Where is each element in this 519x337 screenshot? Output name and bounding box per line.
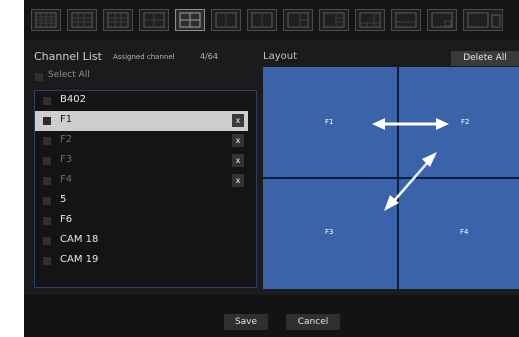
- channel-row-f2[interactable]: F2 x: [35, 131, 248, 151]
- layout-settings-panel: Channel List Assigned channel 4/64 Selec…: [24, 0, 519, 337]
- channel-checkbox[interactable]: [43, 237, 51, 245]
- grid-2x2-icon[interactable]: [67, 9, 97, 31]
- select-all-checkbox[interactable]: [35, 73, 43, 81]
- grid-2x1-icon[interactable]: [247, 9, 277, 31]
- swap-arrows: [372, 118, 449, 211]
- channel-checkbox[interactable]: [43, 217, 51, 225]
- remove-channel-button[interactable]: x: [232, 154, 244, 167]
- channel-row-f4[interactable]: F4 x: [35, 171, 248, 191]
- channel-checkbox[interactable]: [43, 117, 51, 125]
- channel-list: B402 F1 x F2 x F3 x F4 x 5 F6 CAM 18 CAM…: [34, 90, 257, 288]
- delete-all-button[interactable]: Delete All: [451, 51, 519, 66]
- grid-2x2-large-icon[interactable]: [175, 9, 205, 31]
- channel-checkbox[interactable]: [43, 97, 51, 105]
- remove-channel-button[interactable]: x: [232, 114, 244, 127]
- grid-1plus5-icon[interactable]: [319, 9, 349, 31]
- channel-label: F3: [60, 154, 73, 165]
- grid-4x4-icon[interactable]: [139, 9, 169, 31]
- channel-list-title: Channel List: [34, 50, 102, 63]
- channel-label: F6: [60, 214, 73, 225]
- channel-checkbox[interactable]: [43, 177, 51, 185]
- assigned-channel-label: Assigned channel: [113, 53, 175, 61]
- channel-checkbox[interactable]: [43, 257, 51, 265]
- channel-label: 5: [60, 194, 67, 205]
- channel-list-scrollbar[interactable]: [256, 91, 257, 288]
- swap-horizontal-arrow-icon: [372, 118, 449, 130]
- footer-bar: Save Cancel: [24, 295, 519, 337]
- layout-title: Layout: [263, 51, 297, 62]
- grid-1plus1-icon[interactable]: [391, 9, 421, 31]
- assigned-channel-count: 4/64: [200, 52, 218, 61]
- channel-row-cam19[interactable]: CAM 19: [35, 251, 248, 271]
- channel-row-f3[interactable]: F3 x: [35, 151, 248, 171]
- channel-label: F4: [60, 174, 73, 185]
- channel-row-5[interactable]: 5: [35, 191, 248, 211]
- channel-label: F1: [60, 114, 73, 125]
- grid-custom-icon[interactable]: [463, 9, 503, 31]
- remove-channel-button[interactable]: x: [232, 134, 244, 147]
- grid-1x1-icon[interactable]: [31, 9, 61, 31]
- channel-checkbox[interactable]: [43, 197, 51, 205]
- grid-1plus3-icon[interactable]: [283, 9, 313, 31]
- channel-label: CAM 19: [60, 254, 99, 265]
- grid-3x3-icon[interactable]: [103, 9, 133, 31]
- channel-label: B402: [60, 94, 86, 105]
- channel-label: CAM 18: [60, 234, 99, 245]
- remove-channel-button[interactable]: x: [232, 174, 244, 187]
- grid-1plus7-icon[interactable]: [355, 9, 385, 31]
- channel-checkbox[interactable]: [43, 157, 51, 165]
- channel-row-f1[interactable]: F1 x: [35, 111, 248, 131]
- channel-row-f6[interactable]: F6: [35, 211, 248, 231]
- grid-pip-icon[interactable]: [427, 9, 457, 31]
- channel-row-cam18[interactable]: CAM 18: [35, 231, 248, 251]
- grid-1x2-icon[interactable]: [211, 9, 241, 31]
- cancel-button[interactable]: Cancel: [286, 314, 340, 330]
- layout-preview[interactable]: F1 F2 F3 F4: [263, 67, 519, 289]
- layout-toolbar: [24, 0, 519, 40]
- select-all-label: Select All: [48, 70, 90, 80]
- channel-row-b402[interactable]: B402: [35, 91, 248, 111]
- save-button[interactable]: Save: [224, 314, 268, 330]
- swap-diagonal-arrow-icon: [384, 152, 437, 211]
- channel-label: F2: [60, 134, 73, 145]
- channel-checkbox[interactable]: [43, 137, 51, 145]
